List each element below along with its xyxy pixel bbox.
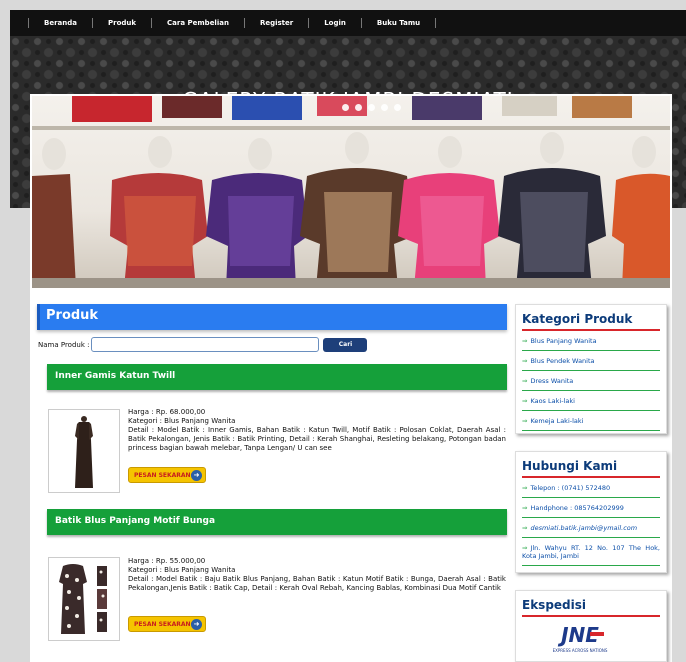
arrow-icon: ⇒ (522, 544, 528, 552)
product-search-form: Nama Produk : Cari (38, 337, 368, 352)
arrow-icon: ⇒ (522, 397, 528, 405)
section-title-produk: Produk (37, 304, 507, 330)
sidebar-title: Ekspedisi (522, 591, 660, 617)
nav-item-login[interactable]: Login (324, 19, 346, 27)
contact-email[interactable]: ⇒ desmiati.batik.jambi@ymail.com (522, 518, 660, 538)
product-info: Harga : Rp. 68.000,00 Kategori : Blus Pa… (128, 408, 506, 453)
sidebar-item-blus-pendek[interactable]: ⇒ Blus Pendek Wanita (522, 351, 660, 371)
product-photo-blus-bunga (49, 558, 119, 640)
cart-icon: ➜ (191, 470, 202, 481)
product-title-bar[interactable]: Inner Gamis Katun Twill (47, 364, 507, 390)
arrow-icon: ⇒ (522, 504, 528, 512)
sidebar-item-dress[interactable]: ⇒ Dress Wanita (522, 371, 660, 391)
nav-item-buku-tamu[interactable]: Buku Tamu (377, 19, 420, 27)
order-now-label: PESAN SEKARANG (134, 471, 196, 479)
sidebar-hubungi-kami: Hubungi Kami ⇒ Telepon : (0741) 572480 ⇒ H… (515, 451, 667, 573)
product-detail: Detail : Model Batik : Baju Batik Blus P… (128, 575, 506, 592)
slider-dot[interactable] (394, 104, 401, 111)
product-info: Harga : Rp. 55.000,00 Kategori : Blus Pa… (128, 557, 506, 593)
product-detail: Detail : Model Batik : Inner Gamis, Baha… (128, 426, 506, 452)
product-image[interactable] (48, 409, 120, 493)
sidebar-title: Kategori Produk (522, 305, 660, 331)
order-now-button[interactable]: PESAN SEKARANG ➜ (128, 467, 206, 483)
product-price: Harga : Rp. 55.000,00 (128, 557, 206, 565)
jne-logo[interactable]: JNE EXPRESS ACROSS NATIONS (530, 618, 630, 658)
slider-dot[interactable] (355, 104, 362, 111)
slider-dot[interactable] (368, 104, 375, 111)
product-title-bar[interactable]: Batik Blus Panjang Motif Bunga (47, 509, 507, 535)
arrow-icon: ⇒ (522, 524, 528, 532)
sidebar-item-kaos[interactable]: ⇒ Kaos Laki-laki (522, 391, 660, 411)
arrow-icon: ⇒ (522, 417, 528, 425)
arrow-icon: ⇒ (522, 377, 528, 385)
nav-item-cara-pembelian[interactable]: Cara Pembelian (167, 19, 229, 27)
arrow-icon: ⇒ (522, 337, 528, 345)
product-photo-inner-gamis (49, 410, 119, 492)
slider-dots[interactable] (342, 104, 401, 111)
banner-image (30, 94, 672, 290)
nav-separator (28, 18, 29, 28)
product-category: Kategori : Blus Panjang Wanita (128, 566, 236, 574)
banner-illustration (32, 96, 670, 288)
sidebar-item-blus-panjang[interactable]: ⇒ Blus Panjang Wanita (522, 331, 660, 351)
sidebar-kategori-produk: Kategori Produk ⇒ Blus Panjang Wanita ⇒ Bl… (515, 304, 667, 434)
order-now-button[interactable]: PESAN SEKARANG ➜ (128, 616, 206, 632)
top-navigation: Beranda Produk Cara Pembelian Register L… (10, 10, 686, 36)
product-price: Harga : Rp. 68.000,00 (128, 408, 206, 416)
nav-separator (91, 18, 93, 28)
nav-separator (360, 18, 362, 28)
nav-separator (308, 18, 310, 28)
nav-separator (151, 18, 153, 28)
arrow-icon: ⇒ (522, 357, 528, 365)
nav-item-register[interactable]: Register (260, 19, 293, 27)
product-category: Kategori : Blus Panjang Wanita (128, 417, 236, 425)
search-button[interactable]: Cari (323, 337, 368, 352)
nav-item-beranda[interactable]: Beranda (44, 19, 77, 27)
sidebar-title: Hubungi Kami (522, 452, 660, 478)
nav-separator (435, 18, 437, 28)
jne-tagline: EXPRESS ACROSS NATIONS (553, 648, 608, 653)
nav-item-produk[interactable]: Produk (108, 19, 136, 27)
arrow-icon: ⇒ (522, 484, 528, 492)
product-image[interactable] (48, 557, 120, 641)
contact-handphone: ⇒ Handphone : 085764202999 (522, 498, 660, 518)
search-input[interactable] (91, 337, 320, 352)
contact-telepon: ⇒ Telepon : (0741) 572480 (522, 478, 660, 498)
slider-dot[interactable] (381, 104, 388, 111)
slider-dot[interactable] (342, 104, 349, 111)
contact-address: ⇒ Jln. Wahyu RT. 12 No. 107 The Hok, Kota… (522, 538, 660, 566)
sidebar-item-kemeja[interactable]: ⇒ Kemeja Laki-laki (522, 411, 660, 431)
nav-separator (243, 18, 245, 28)
search-label: Nama Produk : (38, 340, 90, 349)
order-now-label: PESAN SEKARANG (134, 620, 196, 628)
cart-icon: ➜ (191, 619, 202, 630)
